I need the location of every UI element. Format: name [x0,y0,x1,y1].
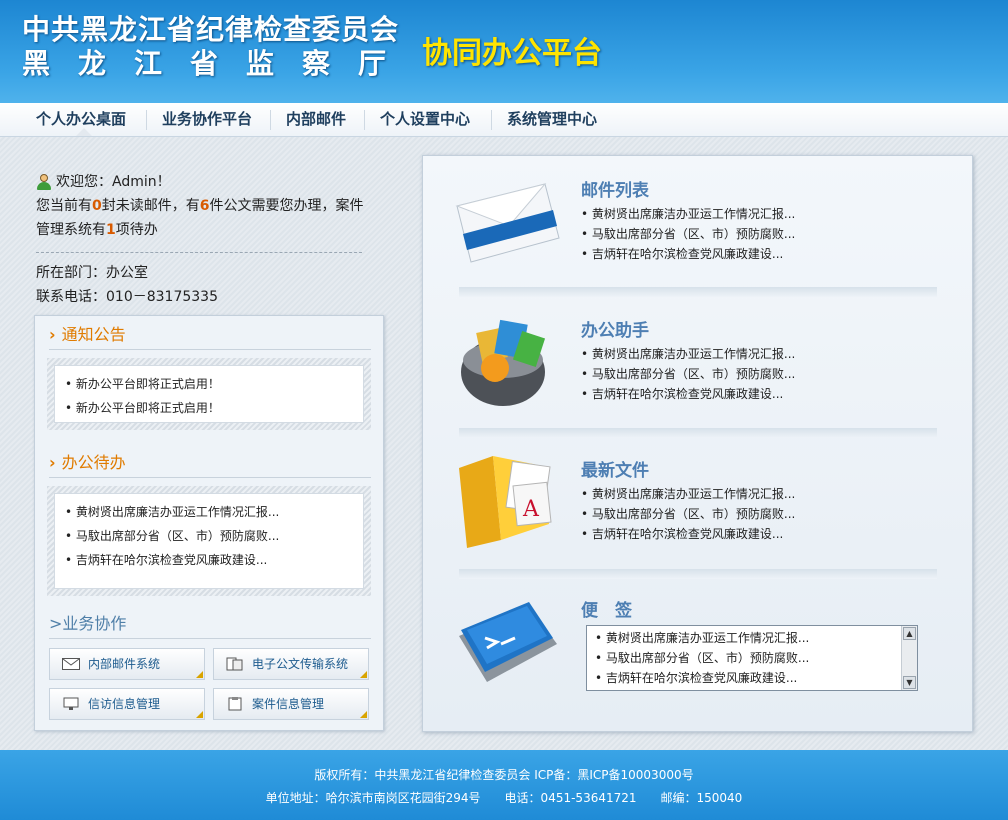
office-assistant-item[interactable]: 马馼出席部分省（区、市）预防腐败... [581,364,795,384]
notice-item[interactable]: 新办公平台即将正式启用！ [65,372,353,396]
button-label: 电子公文传输系统 [252,657,349,671]
welcome-greeting: 欢迎您：Admin！ [56,174,171,190]
nav-system-management[interactable]: 系统管理中心 [492,103,612,137]
card-divider [459,287,937,297]
nav-internal-mail[interactable]: 内部邮件 [271,103,361,137]
mail-icon [62,658,80,670]
mail-list: 黄树贤出席廉洁办亚运工作情况汇报... 马馼出席部分省（区、市）预防腐败... … [581,204,795,264]
notice-section-title: › 通知公告 [49,320,371,350]
pending-doc-count: 6 [199,198,210,214]
notice-title-text: 通知公告 [61,325,126,344]
scroll-down-icon[interactable]: ▼ [903,676,916,689]
terminal-memo-icon [459,602,557,682]
memo-scrollbar[interactable]: ▲ ▼ [901,626,917,690]
platform-title: 协同办公平台 [422,36,602,71]
petition-info-button[interactable]: 信访信息管理 [49,688,205,720]
todo-title-text: 办公待办 [61,453,126,472]
chevron-right-icon: › [49,325,56,344]
office-assistant-item[interactable]: 吉炳轩在哈尔滨检查党风廉政建设... [581,384,795,404]
memo-item: 吉炳轩在哈尔滨检查党风廉政建设... [595,668,809,688]
phone-info: 联系电话：010－83175335 [36,289,218,305]
envelope-icon [455,183,560,263]
latest-file-item[interactable]: 黄树贤出席廉洁办亚运工作情况汇报... [581,484,795,504]
welcome-text: 您当前有 [36,198,92,214]
nav-business-platform[interactable]: 业务协作平台 [147,103,267,137]
welcome-text: 封未读邮件，有 [101,198,200,214]
case-info-button[interactable]: 案件信息管理 [213,688,369,720]
memo-item: 马馼出席部分省（区、市）预防腐败... [595,648,809,668]
notice-item[interactable]: 新办公平台即将正式启用！ [65,396,353,420]
svg-text:A: A [522,497,540,522]
nav-active-indicator [76,128,92,136]
button-label: 信访信息管理 [88,697,161,711]
office-assistant-item[interactable]: 黄树贤出席廉洁办亚运工作情况汇报... [581,344,795,364]
todo-item[interactable]: 吉炳轩在哈尔滨检查党风廉政建设... [65,548,353,572]
user-icon [36,174,52,190]
card-divider [459,569,937,579]
mail-list-item[interactable]: 黄树贤出席廉洁办亚运工作情况汇报... [581,204,795,224]
latest-files-title[interactable]: 最新文件 [581,456,649,481]
footer-address: 单位地址：哈尔滨市南岗区花园街294号 电话：0451-53641721 邮编：… [265,791,743,805]
divider [36,252,362,253]
button-label: 案件信息管理 [252,697,325,711]
right-panel: 邮件列表 黄树贤出席廉洁办亚运工作情况汇报... 马馼出席部分省（区、市）预防腐… [422,155,973,732]
nav-personal-settings[interactable]: 个人设置中心 [365,103,485,137]
org-name-line1: 中共黑龙江省纪律检查委员会 [22,13,400,46]
latest-file-item[interactable]: 吉炳轩在哈尔滨检查党风廉政建设... [581,524,795,544]
office-assistant-title[interactable]: 办公助手 [581,316,649,341]
unread-mail-count: 0 [92,198,102,214]
e-document-transfer-button[interactable]: 电子公文传输系统 [213,648,369,680]
welcome-panel: 欢迎您：Admin！ 您当前有0封未读邮件，有6件公文需要您办理，案件管理系统有… [36,170,376,309]
document-transfer-icon [226,657,243,671]
internal-mail-system-button[interactable]: 内部邮件系统 [49,648,205,680]
office-assistant-icon [461,319,546,406]
business-section-title: >业务协作 [49,609,371,639]
clipboard-icon [228,697,242,711]
todo-box: 黄树贤出席廉洁办亚运工作情况汇报... 马馼出席部分省（区、市）预防腐败... … [47,486,371,596]
mail-list-title[interactable]: 邮件列表 [581,176,649,201]
mail-list-item[interactable]: 马馼出席部分省（区、市）预防腐败... [581,224,795,244]
latest-file-item[interactable]: 马馼出席部分省（区、市）预防腐败... [581,504,795,524]
memo-title[interactable]: 便 签 [581,596,632,621]
monitor-icon [63,697,79,710]
footer: 版权所有：中共黑龙江省纪律检查委员会 ICP备：黑ICP备10003000号 单… [0,750,1008,820]
department-info: 所在部门：办公室 [36,265,148,281]
todo-section-title: › 办公待办 [49,448,371,478]
main-nav: 个人办公桌面 业务协作平台 内部邮件 个人设置中心 系统管理中心 [0,103,1008,137]
welcome-message: 您当前有0封未读邮件，有6件公文需要您办理，案件管理系统有1项待办 [36,194,376,242]
chevron-right-icon: › [49,453,56,472]
notice-box: 新办公平台即将正式启用！ 新办公平台即将正式启用！ [47,358,371,430]
mail-list-item[interactable]: 吉炳轩在哈尔滨检查党风廉政建设... [581,244,795,264]
memo-textarea[interactable]: 黄树贤出席廉洁办亚运工作情况汇报... 马馼出席部分省（区、市）预防腐败... … [586,625,918,691]
memo-item: 黄树贤出席廉洁办亚运工作情况汇报... [595,628,809,648]
office-assistant-list: 黄树贤出席廉洁办亚运工作情况汇报... 马馼出席部分省（区、市）预防腐败... … [581,344,795,404]
header-banner: 中共黑龙江省纪律检查委员会 黑龙江省监察厅 协同办公平台 [0,0,1008,103]
card-divider [459,428,937,438]
todo-item[interactable]: 马馼出席部分省（区、市）预防腐败... [65,524,353,548]
org-name-line2: 黑龙江省监察厅 [22,47,415,80]
folder-files-icon: A [459,456,552,548]
footer-copyright: 版权所有：中共黑龙江省纪律检查委员会 ICP备：黑ICP备10003000号 [314,768,694,782]
button-label: 内部邮件系统 [88,657,161,671]
left-panel: › 通知公告 新办公平台即将正式启用！ 新办公平台即将正式启用！ › 办公待办 黄树… [34,315,384,731]
latest-files-list: 黄树贤出席廉洁办亚运工作情况汇报... 马馼出席部分省（区、市）预防腐败... … [581,484,795,544]
todo-item[interactable]: 黄树贤出席廉洁办亚运工作情况汇报... [65,500,353,524]
scroll-up-icon[interactable]: ▲ [903,627,916,640]
welcome-text: 项待办 [115,222,158,238]
case-todo-count: 1 [106,222,116,238]
